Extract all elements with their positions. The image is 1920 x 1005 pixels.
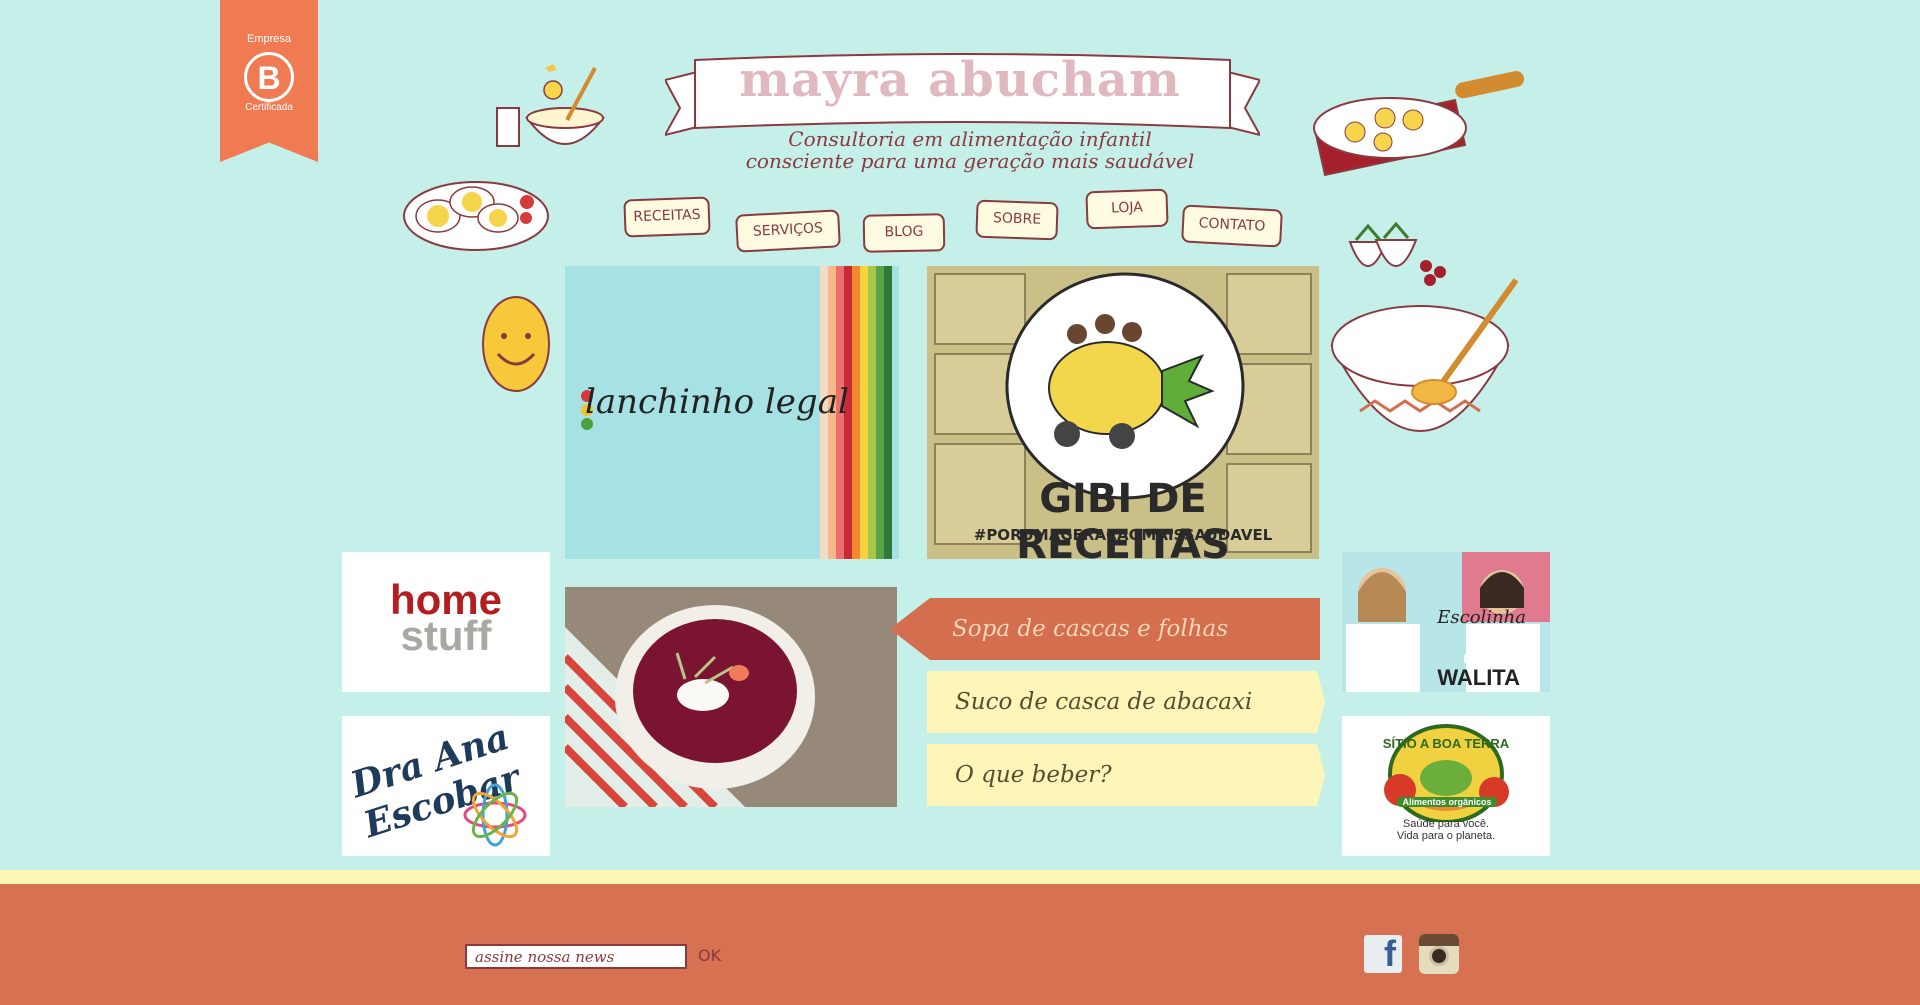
escolinha-philips-walita-partner[interactable]: Escolinha PHILIPS WALITA: [1342, 552, 1550, 692]
flower-logo-icon: [463, 783, 527, 847]
gibi-title: GIBI DE RECEITAS: [1016, 476, 1230, 559]
newsletter-email-input[interactable]: [465, 944, 687, 969]
nav-contato[interactable]: CONTATO: [1181, 204, 1283, 248]
beet-soup-image: [565, 587, 897, 807]
site-tagline: Consultoria em alimentação infantil cons…: [700, 128, 1240, 172]
dra-ana-escobar-partner-logo[interactable]: Dra Ana Escobar: [342, 716, 550, 856]
lanchinho-legal-tile[interactable]: lanchinho legal: [565, 266, 899, 559]
recipe-link-suco[interactable]: Suco de casca de abacaxi: [927, 671, 1325, 733]
site-footer: [0, 884, 1920, 1005]
sitio-slogan-line-1: Saúde para você.: [1402, 818, 1490, 830]
nav-sobre[interactable]: SOBRE: [975, 199, 1059, 241]
homestuff-partner-logo[interactable]: home stuff: [342, 552, 550, 692]
sitio-slogan: Saúde para você. Vida para o planeta.: [1342, 818, 1550, 842]
nav-blog[interactable]: BLOG: [862, 213, 946, 253]
newsletter-ok-button[interactable]: OK: [698, 946, 721, 965]
badge-top-text: Empresa: [246, 33, 292, 45]
sitio-title: SÍTIO A BOA TERRA: [1382, 736, 1510, 751]
facebook-f-glyph: f: [1384, 933, 1396, 974]
instagram-camera-lens: [1429, 946, 1449, 966]
nav-receitas[interactable]: RECEITAS: [623, 196, 711, 238]
gibi-de-receitas-tile[interactable]: GIBI DE RECEITAS #PORUMAGERACAOMAISSAUDA…: [927, 266, 1319, 559]
sitio-organicos-label: Alimentos orgânicos: [1397, 797, 1497, 807]
b-corp-badge[interactable]: Empresa B Certificada: [220, 0, 318, 162]
homestuff-text-stuff: stuff: [400, 612, 492, 659]
nav-loja[interactable]: LOJA: [1085, 188, 1169, 230]
frying-pan-illustration: [1313, 71, 1525, 177]
mixing-bowl-illustration: [1330, 278, 1519, 432]
tagline-line-1: Consultoria em alimentação infantil: [788, 127, 1152, 151]
tagline-line-2: consciente para uma geração mais saudáve…: [745, 149, 1195, 173]
philips-label: PHILIPS: [1463, 652, 1510, 666]
baking-bowl-illustration: [496, 64, 605, 147]
facebook-icon[interactable]: f: [1364, 933, 1402, 974]
walita-label: WALITA: [1437, 665, 1520, 690]
soup-recipe-photo[interactable]: [565, 587, 897, 807]
footer-top-stripe: [0, 870, 1920, 884]
nav-servicos[interactable]: SERVIÇOS: [735, 209, 841, 253]
b-logo-icon: B: [244, 52, 294, 102]
sitio-slogan-line-2: Vida para o planeta.: [1396, 830, 1496, 842]
recipe-link-beber[interactable]: O que beber?: [927, 744, 1325, 806]
instagram-camera-band: [1419, 934, 1459, 946]
instagram-icon[interactable]: [1419, 934, 1459, 974]
site-logo[interactable]: mayra abucham: [700, 52, 1220, 108]
escolinha-label: Escolinha: [1437, 607, 1526, 628]
fried-eggs-plate-illustration: [403, 181, 549, 251]
sitio-a-boa-terra-partner-logo[interactable]: SÍTIO A BOA TERRA Alimentos orgânicos Sa…: [1342, 716, 1550, 856]
badge-bottom-text: Certificada: [245, 102, 293, 113]
lanchinho-legal-label: lanchinho legal: [585, 382, 849, 422]
recipe-link-sopa[interactable]: Sopa de cascas e folhas: [890, 598, 1320, 660]
smiling-egg-illustration: [482, 296, 550, 392]
gibi-hashtag: #PORUMAGERACAOMAISSAUDAVEL: [973, 526, 1273, 544]
